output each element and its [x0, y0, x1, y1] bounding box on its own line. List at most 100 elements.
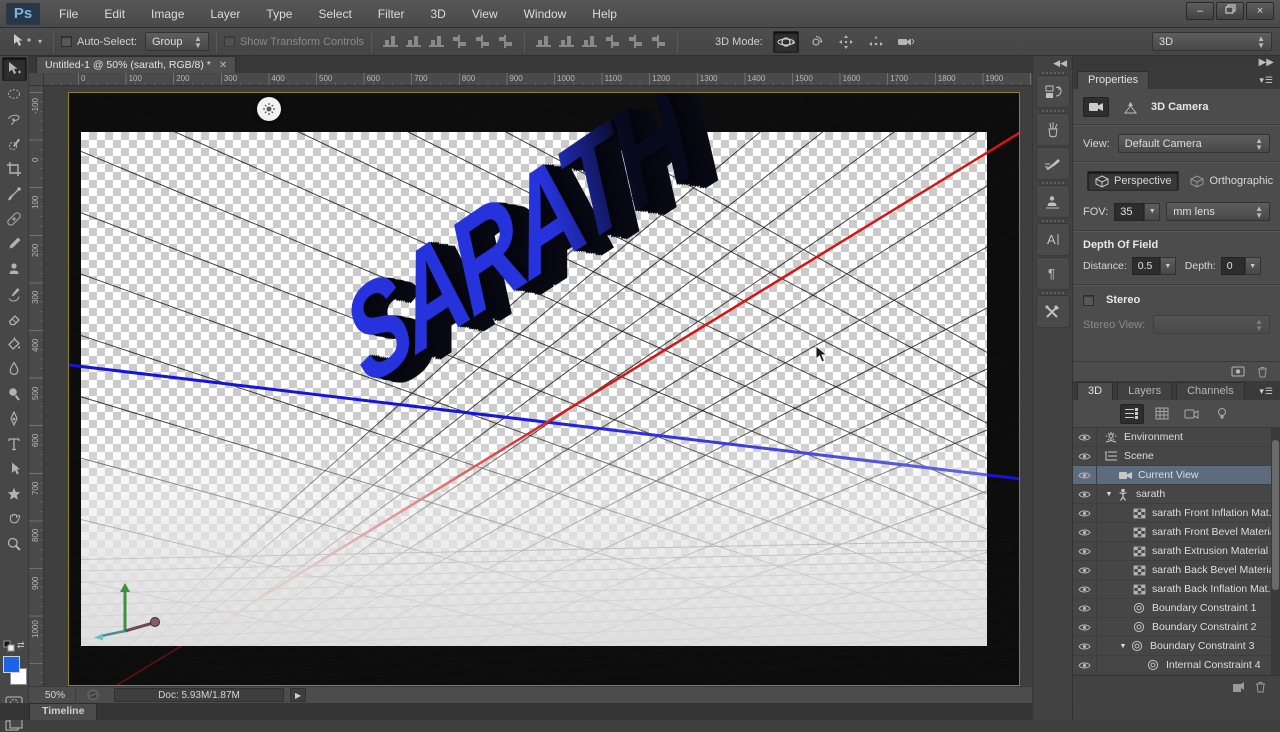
filter-meshes-icon[interactable] [1180, 404, 1204, 424]
expander-icon[interactable]: ▼ [1117, 643, 1129, 650]
canvas-viewport[interactable]: SARATH SARATH [44, 86, 1032, 686]
tree-row-sarath-back-inflation-mat[interactable]: sarath Back Inflation Mat... [1073, 579, 1280, 599]
screen-mode-icon[interactable] [5, 718, 23, 732]
distribute-bottom-icon[interactable] [581, 34, 598, 49]
brush-settings-panel-icon[interactable] [1035, 147, 1070, 180]
orthographic-button[interactable]: Orthographic [1183, 171, 1280, 191]
tree-row-boundary-constraint-1[interactable]: Boundary Constraint 1 [1073, 598, 1280, 618]
tree-row-sarath[interactable]: ▼ sarath [1073, 484, 1280, 504]
delete-icon[interactable] [1257, 366, 1268, 378]
3d-camera-icon[interactable] [1083, 97, 1109, 117]
marquee-tool[interactable] [2, 82, 27, 106]
fov-value[interactable]: 35 [1114, 202, 1145, 221]
zoom-level[interactable]: 50% [45, 690, 65, 701]
menu-view[interactable]: View [459, 7, 511, 21]
history-panel-icon[interactable] [1035, 75, 1070, 108]
dodge-tool[interactable] [2, 382, 27, 406]
tab-properties[interactable]: Properties [1077, 71, 1150, 89]
history-brush-tool[interactable] [2, 282, 27, 306]
panel-menu-icon[interactable]: ▾☰ [1259, 75, 1274, 86]
expand-dock-icon[interactable]: ◀◀ [1033, 56, 1072, 70]
filter-whole-scene-icon[interactable] [1119, 403, 1144, 424]
distribute-right-icon[interactable] [650, 34, 667, 49]
3d-scene-bounds[interactable]: SARATH SARATH [68, 92, 1020, 686]
visibility-eye-icon[interactable] [1073, 579, 1097, 599]
healing-brush-tool[interactable] [2, 207, 27, 231]
paragraph-panel-icon[interactable]: ¶ [1035, 257, 1070, 290]
visibility-eye-icon[interactable] [1073, 560, 1097, 580]
menu-help[interactable]: Help [579, 7, 630, 21]
menu-window[interactable]: Window [511, 7, 580, 21]
close-button[interactable]: × [1246, 2, 1274, 20]
tree-row-sarath-front-bevel-material[interactable]: sarath Front Bevel Material [1073, 522, 1280, 542]
crop-tool[interactable] [2, 157, 27, 181]
menu-3d[interactable]: 3D [417, 7, 458, 21]
menu-select[interactable]: Select [305, 7, 364, 21]
tree-row-sarath-back-bevel-material[interactable]: sarath Back Bevel Material [1073, 560, 1280, 580]
clone-source-panel-icon[interactable] [1035, 185, 1070, 218]
expander-icon[interactable]: ▼ [1103, 491, 1115, 498]
camera-coordinates-icon[interactable] [1117, 97, 1143, 117]
visibility-eye-icon[interactable] [1073, 503, 1097, 523]
3d-slide-icon[interactable] [863, 31, 889, 53]
menu-filter[interactable]: Filter [365, 7, 418, 21]
collapse-dock-icon[interactable]: ▶▶ [1073, 56, 1280, 70]
filter-lights-icon[interactable] [1210, 404, 1234, 424]
lasso-tool[interactable] [2, 107, 27, 131]
tool-presets-panel-icon[interactable] [1035, 295, 1070, 328]
align-top-edges-icon[interactable] [382, 34, 399, 49]
visibility-eye-icon[interactable] [1073, 541, 1097, 561]
foreground-color-swatch[interactable] [3, 656, 20, 673]
align-left-edges-icon[interactable] [451, 34, 468, 49]
timeline-tab[interactable]: Timeline [29, 703, 98, 720]
visibility-eye-icon[interactable] [1073, 522, 1097, 542]
toggle-misc-icon[interactable] [1231, 366, 1245, 377]
3d-pan-icon[interactable] [833, 31, 859, 53]
align-horizontal-centers-icon[interactable] [474, 34, 491, 49]
sync-icon[interactable] [86, 688, 100, 702]
menu-image[interactable]: Image [138, 7, 197, 21]
tree-row-scene[interactable]: Scene [1073, 446, 1280, 466]
new-item-icon[interactable] [1232, 681, 1245, 693]
distance-dropdown-arrow-icon[interactable]: ▼ [1159, 257, 1176, 275]
tree-row-environment[interactable]: Environment [1073, 428, 1280, 447]
pen-tool[interactable] [2, 407, 27, 431]
delete-icon[interactable] [1255, 681, 1266, 693]
tree-row-boundary-constraint-2[interactable]: Boundary Constraint 2 [1073, 617, 1280, 637]
visibility-eye-icon[interactable] [1073, 446, 1097, 466]
align-right-edges-icon[interactable] [497, 34, 514, 49]
restore-button[interactable] [1216, 2, 1244, 20]
distribute-vertical-icon[interactable] [558, 34, 575, 49]
auto-select-target-dropdown[interactable]: Group ▲ ▼ [144, 32, 209, 51]
hand-tool[interactable] [2, 507, 27, 531]
custom-shape-tool[interactable] [2, 482, 27, 506]
tool-preset-arrow-icon[interactable]: ▾ [38, 37, 42, 46]
panel-menu-icon[interactable]: ▾☰ [1259, 386, 1274, 397]
default-colors-icon[interactable] [3, 640, 15, 652]
tab-layers[interactable]: Layers [1117, 382, 1173, 400]
visibility-eye-icon[interactable] [1073, 428, 1097, 447]
quick-selection-tool[interactable] [2, 132, 27, 156]
depth-value[interactable]: 0 [1220, 257, 1245, 275]
distribute-left-icon[interactable] [604, 34, 621, 49]
eraser-tool[interactable] [2, 307, 27, 331]
visibility-eye-icon[interactable] [1073, 465, 1097, 485]
paint-bucket-tool[interactable] [2, 332, 27, 356]
tool-preset-icon[interactable] [10, 32, 34, 51]
distance-value[interactable]: 0.5 [1131, 257, 1160, 275]
workspace-switcher[interactable]: 3D ▲ ▼ [1152, 32, 1272, 51]
visibility-eye-icon[interactable] [1073, 617, 1097, 637]
3d-zoom-icon[interactable] [893, 31, 919, 53]
3d-extruded-text[interactable]: SARATH SARATH [329, 93, 1014, 491]
visibility-eye-icon[interactable] [1073, 636, 1097, 656]
visibility-eye-icon[interactable] [1073, 598, 1097, 618]
distribute-top-icon[interactable] [535, 34, 552, 49]
clone-stamp-tool[interactable] [2, 257, 27, 281]
tree-row-sarath-extrusion-material[interactable]: sarath Extrusion Material [1073, 541, 1280, 561]
character-panel-icon[interactable]: A [1035, 223, 1070, 256]
menu-type[interactable]: Type [253, 7, 305, 21]
tab-close-icon[interactable]: ✕ [219, 60, 227, 71]
eyedropper-tool[interactable] [2, 182, 27, 206]
document-tab[interactable]: Untitled-1 @ 50% (sarath, RGB/8) * ✕ [36, 56, 237, 73]
visibility-eye-icon[interactable] [1073, 674, 1097, 675]
